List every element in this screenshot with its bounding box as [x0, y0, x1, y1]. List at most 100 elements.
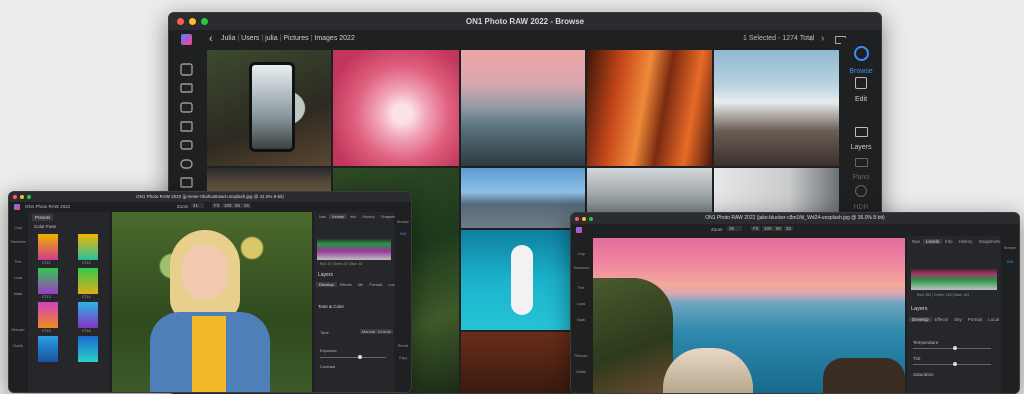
- zoom-window-button[interactable]: [201, 18, 208, 25]
- zoom-25-button[interactable]: 25: [242, 203, 252, 208]
- tab-nav[interactable]: Nav: [909, 239, 923, 244]
- drive-icon[interactable]: [180, 140, 193, 150]
- breadcrumb-item[interactable]: Images 2022: [314, 35, 354, 42]
- tool-mask[interactable]: Mask: [571, 318, 591, 322]
- photo-thumbnail-kayak[interactable]: [461, 230, 585, 330]
- module-hdr[interactable]: HDR: [841, 184, 881, 211]
- copy-button[interactable]: Copy: [395, 356, 411, 360]
- close-window-button[interactable]: [177, 18, 184, 25]
- zoom-100-button[interactable]: 100: [222, 203, 234, 208]
- tab-info[interactable]: Info: [347, 214, 360, 219]
- breadcrumb-item[interactable]: Pictures: [283, 35, 308, 42]
- tool-transform[interactable]: Transform: [571, 266, 591, 270]
- zoom-50-button[interactable]: 50: [774, 226, 784, 231]
- zoom-window-button[interactable]: [27, 195, 31, 199]
- slider-thumb[interactable]: [953, 362, 957, 366]
- fit-button[interactable]: Fit: [212, 203, 221, 208]
- slider-thumb[interactable]: [358, 355, 362, 359]
- portrait-photo-canvas[interactable]: [112, 212, 312, 392]
- previous-icon[interactable]: ‹: [809, 33, 812, 44]
- rail-browse[interactable]: Browse: [395, 220, 411, 224]
- photo-thumbnail-antelope-canyon[interactable]: [587, 50, 712, 166]
- photos-icon[interactable]: [180, 121, 193, 132]
- minimize-window-button[interactable]: [582, 216, 586, 221]
- preset-swatch[interactable]: [38, 234, 58, 260]
- photo-thumbnail-red-leaves[interactable]: [461, 332, 585, 393]
- photo-thumbnail-coastal-rocks[interactable]: [461, 50, 585, 166]
- ai-auto-button[interactable]: AI Auto: [376, 329, 393, 334]
- photo-thumbnail-snowy-mountains[interactable]: [714, 50, 839, 166]
- tab-nav[interactable]: Nav: [316, 214, 329, 219]
- coast-photo-canvas[interactable]: [593, 238, 905, 393]
- preset-swatch[interactable]: [78, 234, 98, 260]
- close-window-button[interactable]: [13, 195, 17, 199]
- subtab-effects[interactable]: Effects: [337, 282, 355, 287]
- zoom-100-button[interactable]: 100: [762, 226, 774, 231]
- preset-swatch[interactable]: [78, 268, 98, 294]
- tab-levels[interactable]: Levels: [923, 239, 943, 244]
- next-icon[interactable]: ›: [821, 33, 824, 44]
- preset-swatch[interactable]: [38, 268, 58, 294]
- tool-retouch[interactable]: Retouch: [9, 328, 27, 332]
- subtab-sky[interactable]: Sky: [951, 317, 965, 322]
- camera-icon[interactable]: [180, 102, 193, 113]
- subtab-portrait[interactable]: Portrait: [965, 317, 986, 322]
- cloud-icon[interactable]: [180, 159, 193, 169]
- tool-transform[interactable]: Transform: [9, 240, 27, 244]
- rail-edit[interactable]: Edit: [395, 232, 411, 236]
- tool-local[interactable]: Local: [571, 302, 591, 306]
- tool-text[interactable]: Text: [9, 260, 27, 264]
- tool-crop[interactable]: Crop: [571, 252, 591, 256]
- subtab-effects[interactable]: Effects: [932, 317, 952, 322]
- tab-info[interactable]: Info: [942, 239, 956, 244]
- slider-thumb[interactable]: [953, 346, 957, 350]
- rail-edit[interactable]: Edit: [1001, 260, 1019, 264]
- tab-history[interactable]: History: [956, 239, 976, 244]
- tool-clarify[interactable]: Clarify: [9, 344, 27, 348]
- tab-levels[interactable]: Levels: [329, 214, 347, 219]
- module-layers[interactable]: Layers: [841, 124, 881, 151]
- preset-swatch[interactable]: [38, 302, 58, 328]
- back-icon[interactable]: ‹: [209, 33, 213, 45]
- preset-swatch[interactable]: [78, 302, 98, 328]
- breadcrumb-item[interactable]: Users: [241, 35, 259, 42]
- module-pano[interactable]: Pano: [841, 154, 881, 181]
- zoom-50-button[interactable]: 50: [233, 203, 243, 208]
- zoom-window-button[interactable]: [589, 216, 593, 221]
- subtab-local[interactable]: Local: [985, 317, 1002, 322]
- fit-button[interactable]: Fit: [751, 226, 760, 231]
- zoom-25-button[interactable]: 25: [784, 226, 794, 231]
- subtab-me[interactable]: Me: [355, 282, 367, 287]
- subtab-develop[interactable]: Develop: [909, 317, 932, 322]
- tint-slider[interactable]: [913, 362, 991, 366]
- rail-browse[interactable]: Browse: [1001, 246, 1019, 250]
- section-color-fuse[interactable]: Color Fuse: [34, 224, 56, 229]
- photo-thumbnail-pink-flower[interactable]: [333, 50, 459, 166]
- manual-button[interactable]: Manual: [360, 329, 378, 334]
- photo-thumbnail-lake-mountains[interactable]: [461, 168, 585, 228]
- close-window-button[interactable]: [575, 216, 579, 221]
- tool-text[interactable]: Text: [571, 286, 591, 290]
- breadcrumb-item[interactable]: Julia: [221, 35, 235, 42]
- tool-mask[interactable]: Mask: [9, 292, 27, 296]
- tool-local[interactable]: Local: [9, 276, 27, 280]
- exposure-slider[interactable]: [320, 355, 386, 359]
- subtab-portrait[interactable]: Portrait: [366, 282, 385, 287]
- revert-button[interactable]: Revert: [395, 344, 411, 348]
- tone-color-heading[interactable]: Tone & Color: [318, 304, 344, 309]
- subtab-develop[interactable]: Develop: [316, 282, 337, 287]
- module-edit[interactable]: Edit: [841, 76, 881, 103]
- photo-thumbnail-waterfall-phone[interactable]: [207, 50, 331, 166]
- monitor-icon[interactable]: [180, 83, 193, 93]
- zoom-value-field[interactable]: 41: [191, 203, 205, 208]
- preset-swatch[interactable]: [38, 336, 58, 362]
- preset-swatch[interactable]: [78, 336, 98, 362]
- tab-snapshots[interactable]: Snapshots: [976, 239, 1003, 244]
- breadcrumb-item[interactable]: julia: [265, 35, 277, 42]
- albums-icon[interactable]: [180, 177, 193, 188]
- temperature-slider[interactable]: [913, 346, 991, 350]
- zoom-value-field[interactable]: 36: [727, 226, 743, 231]
- tool-retouch[interactable]: Retouch: [571, 354, 591, 358]
- module-browse[interactable]: Browse: [841, 46, 881, 75]
- tool-clarify[interactable]: Clarify: [571, 370, 591, 374]
